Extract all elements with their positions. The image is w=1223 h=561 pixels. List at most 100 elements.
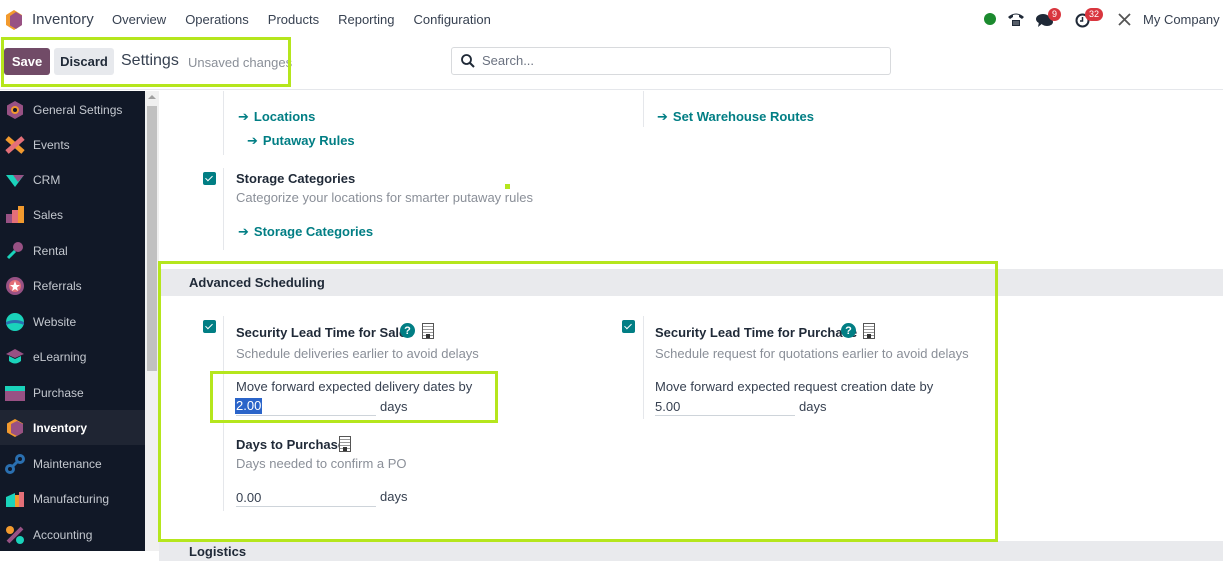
menu-operations[interactable]: Operations <box>185 12 249 27</box>
unit-label: days <box>799 399 827 414</box>
sidebar-scrollbar[interactable] <box>145 91 159 551</box>
settings-sidebar: General Settings Events CRM Sales Rental… <box>0 91 145 551</box>
rental-icon <box>6 241 23 259</box>
link-label: Locations <box>253 109 316 124</box>
divider <box>643 91 644 127</box>
security-lead-time-purchase-title: Security Lead Time for Purchase <box>655 325 858 340</box>
elearning-icon <box>6 348 24 363</box>
link-label: Putaway Rules <box>262 133 355 148</box>
sidebar-item-elearning[interactable]: eLearning <box>0 339 145 374</box>
inventory-app-icon[interactable] <box>5 10 23 30</box>
divider <box>643 316 644 419</box>
phone-icon[interactable] <box>1007 11 1025 27</box>
accounting-icon <box>6 525 24 544</box>
putaway-rules-link[interactable]: ➔ Putaway Rules <box>247 133 355 149</box>
scroll-up-arrow-icon[interactable] <box>148 95 156 99</box>
storage-categories-desc: Categorize your locations for smarter pu… <box>236 190 533 205</box>
sidebar-item-manufacturing[interactable]: Manufacturing <box>0 481 145 516</box>
security-lead-time-purchase-checkbox[interactable] <box>622 320 635 333</box>
app-name[interactable]: Inventory <box>32 11 94 28</box>
menu-configuration[interactable]: Configuration <box>413 12 490 27</box>
security-lead-time-sales-title: Security Lead Time for Sales <box>236 325 414 340</box>
sidebar-item-crm[interactable]: CRM <box>0 162 145 197</box>
storage-categories-link[interactable]: ➔ Storage Categories <box>238 224 373 240</box>
scroll-thumb[interactable] <box>147 106 157 371</box>
annotation-marker <box>505 184 510 189</box>
arrow-right-icon: ➔ <box>238 109 249 124</box>
divider <box>223 316 224 511</box>
locations-link[interactable]: ➔ Locations <box>238 109 315 125</box>
link-label: Set Warehouse Routes <box>672 109 815 124</box>
sidebar-item-label: Events <box>33 137 70 152</box>
settings-content <box>159 91 1223 551</box>
days-to-purchase-title: Days to Purchase <box>236 437 346 452</box>
search-icon <box>461 54 475 68</box>
purchase-icon <box>5 385 25 401</box>
sidebar-item-accounting[interactable]: Accounting <box>0 517 145 552</box>
arrow-right-icon: ➔ <box>247 133 258 148</box>
sales-icon <box>6 205 24 223</box>
advanced-scheduling-header: Advanced Scheduling <box>159 269 1223 296</box>
menu-overview[interactable]: Overview <box>112 12 166 27</box>
sidebar-item-label: Accounting <box>33 527 93 542</box>
presence-status-icon[interactable] <box>984 13 996 25</box>
sidebar-item-label: General Settings <box>33 102 123 117</box>
sidebar-item-events[interactable]: Events <box>0 127 145 162</box>
company-building-icon <box>863 323 875 339</box>
sidebar-item-label: eLearning <box>33 349 87 364</box>
debug-tools-icon[interactable] <box>1117 12 1132 27</box>
referrals-icon <box>6 276 24 295</box>
sidebar-item-rental[interactable]: Rental <box>0 233 145 268</box>
sidebar-item-label: Manufacturing <box>33 491 110 506</box>
highlight-annotation-top <box>1 37 291 87</box>
company-building-icon <box>339 436 351 452</box>
arrow-right-icon: ➔ <box>657 109 668 124</box>
sidebar-item-label: Sales <box>33 207 64 222</box>
logistics-header: Logistics <box>159 541 1223 561</box>
events-icon <box>5 135 25 154</box>
menu-reporting[interactable]: Reporting <box>338 12 394 27</box>
security-lead-time-sales-checkbox[interactable] <box>203 320 216 333</box>
company-switcher[interactable]: My Company ( <box>1143 12 1223 27</box>
storage-categories-title: Storage Categories <box>236 171 356 186</box>
sidebar-item-inventory[interactable]: Inventory <box>0 410 145 445</box>
link-label: Storage Categories <box>253 224 374 239</box>
arrow-right-icon: ➔ <box>238 224 249 239</box>
search-box[interactable] <box>451 47 891 75</box>
maintenance-icon <box>5 453 25 474</box>
search-input[interactable] <box>482 53 882 68</box>
sales-lead-time-label: Move forward expected delivery dates by <box>236 379 473 394</box>
activities-badge: 32 <box>1085 8 1104 21</box>
security-lead-time-sales-desc: Schedule deliveries earlier to avoid del… <box>236 346 479 361</box>
sidebar-item-referrals[interactable]: Referrals <box>0 268 145 303</box>
sidebar-item-website[interactable]: Website <box>0 304 145 339</box>
messages-badge: 9 <box>1048 8 1062 21</box>
sidebar-item-maintenance[interactable]: Maintenance <box>0 446 145 481</box>
manufacturing-icon <box>6 491 24 507</box>
days-to-purchase-input[interactable] <box>236 488 376 507</box>
sidebar-item-purchase[interactable]: Purchase <box>0 375 145 410</box>
divider <box>223 168 224 250</box>
menu-products[interactable]: Products <box>268 12 319 27</box>
sidebar-item-label: Purchase <box>33 385 84 400</box>
main-menu: Overview Operations Products Reporting C… <box>112 12 510 27</box>
help-icon[interactable]: ? <box>400 323 415 338</box>
divider <box>223 91 224 155</box>
purchase-lead-time-input[interactable] <box>655 397 795 416</box>
security-lead-time-purchase-desc: Schedule request for quotations earlier … <box>655 346 969 361</box>
days-to-purchase-desc: Days needed to confirm a PO <box>236 456 407 471</box>
sidebar-item-label: Maintenance <box>33 456 102 471</box>
set-warehouse-routes-link[interactable]: ➔ Set Warehouse Routes <box>657 109 814 125</box>
general-settings-icon <box>7 100 23 119</box>
section-title: Logistics <box>189 544 247 559</box>
sidebar-item-label: Referrals <box>33 278 82 293</box>
section-title: Advanced Scheduling <box>189 275 325 290</box>
unit-label: days <box>380 489 408 504</box>
storage-categories-checkbox[interactable] <box>203 172 216 185</box>
sidebar-item-label: Rental <box>33 243 68 258</box>
website-icon <box>6 312 24 331</box>
sidebar-item-sales[interactable]: Sales <box>0 197 145 232</box>
help-icon[interactable]: ? <box>841 323 856 338</box>
sidebar-item-general-settings[interactable]: General Settings <box>0 92 145 127</box>
sidebar-item-label: Inventory <box>33 420 88 435</box>
